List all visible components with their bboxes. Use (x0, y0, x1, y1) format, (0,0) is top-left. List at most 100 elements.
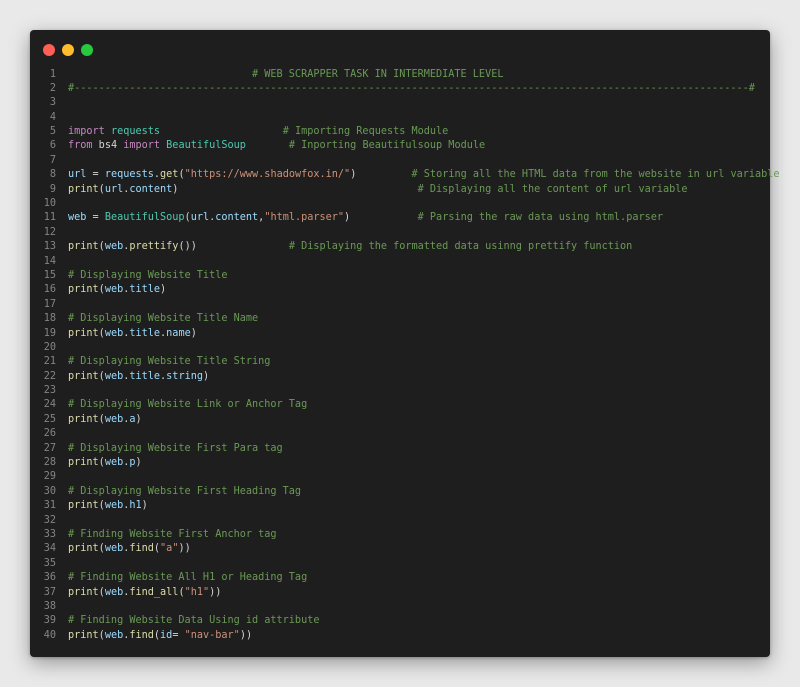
code-line: 18 # Displaying Website Title Name (30, 312, 770, 326)
code-token: name (166, 327, 191, 339)
code-token: "h1" (184, 586, 210, 598)
code-line: 37 print(web.find_all("h1")) (30, 586, 770, 600)
code-token: import (123, 140, 161, 152)
code-token: print (68, 543, 99, 555)
code-token: requests (104, 169, 154, 181)
line-number: 9 (49, 183, 56, 195)
code-token: get (160, 169, 179, 181)
code-token: # Storing all the HTML data from the web… (411, 169, 780, 181)
code-token: # Displaying Website Link or Anchor Tag (68, 399, 308, 411)
line-number: 21 (43, 356, 56, 368)
line-number: 30 (43, 485, 56, 497)
code-token: print (68, 457, 99, 469)
code-token: # Parsing the raw data using html.parser (417, 212, 663, 224)
line-number: 38 (43, 600, 56, 612)
line-number: 8 (49, 169, 56, 181)
code-token: web (104, 457, 124, 469)
code-token: # Displaying the formatted data usinng p… (288, 241, 633, 253)
code-token: )) (239, 629, 253, 641)
code-token: BeautifulSoup (166, 140, 246, 152)
code-token: content (129, 183, 173, 195)
line-number: 40 (43, 629, 56, 641)
code-token: web (104, 543, 124, 555)
code-token: h1 (129, 500, 142, 512)
code-token: requests (110, 126, 161, 138)
line-number: 31 (43, 500, 56, 512)
code-token: print (68, 629, 99, 641)
code-token: prettify (129, 241, 179, 253)
line-source: # Displaying Website Title String (68, 355, 270, 369)
line-number: 1 (49, 68, 56, 80)
code-window: 1 # WEB SCRAPPER TASK IN INTERMEDIATE LE… (30, 30, 780, 657)
code-token: web (104, 413, 124, 425)
line-number: 6 (49, 140, 56, 152)
code-token: print (68, 500, 99, 512)
line-source: #---------------------------------------… (68, 82, 755, 96)
code-line: 1 # WEB SCRAPPER TASK IN INTERMEDIATE LE… (30, 68, 770, 82)
code-line: 35 (30, 557, 770, 571)
code-line: 24 # Displaying Website Link or Anchor Ta… (30, 398, 770, 412)
line-number: 28 (43, 457, 56, 469)
code-line: 15 # Displaying Website Title (30, 269, 770, 283)
line-source: print(web.find(id= "nav-bar")) (68, 629, 252, 643)
line-number: 14 (43, 255, 56, 267)
code-token: web (68, 212, 87, 224)
line-source: # Finding Website Data Using id attribut… (68, 614, 319, 628)
code-line: 2 #--------------------------------------… (30, 82, 770, 96)
close-window-icon[interactable] (43, 44, 55, 56)
line-source: url = requests.get("https://www.shadowfo… (68, 168, 780, 182)
line-number: 17 (43, 298, 56, 310)
code-token: # Displaying Website Title (68, 269, 228, 281)
code-line: 32 (30, 514, 770, 528)
line-source: print(url.content) # Displaying all the … (68, 183, 688, 197)
line-number: 26 (43, 428, 56, 440)
code-line: 30 # Displaying Website First Heading Tag (30, 485, 770, 499)
code-line: 25 print(web.a) (30, 413, 770, 427)
code-token: import (68, 126, 105, 138)
line-source: print(web.p) (68, 456, 142, 470)
line-number: 39 (43, 615, 56, 627)
code-line: 21 # Displaying Website Title String (30, 355, 770, 369)
code-token: print (68, 241, 99, 253)
code-token: BeautifulSoup (104, 212, 185, 224)
line-number: 25 (43, 413, 56, 425)
line-number: 29 (43, 471, 56, 483)
code-token: url (68, 169, 87, 181)
code-token: id (160, 629, 173, 641)
code-token: find_all (129, 586, 179, 598)
code-line: 20 (30, 341, 770, 355)
code-line: 19 print(web.title.name) (30, 327, 770, 341)
code-token: # Displaying Website First Heading Tag (68, 485, 302, 497)
code-line: 31 print(web.h1) (30, 499, 770, 513)
code-token: = (86, 169, 105, 181)
line-number: 13 (43, 241, 56, 253)
code-token: web (104, 327, 124, 339)
code-token: title (129, 327, 161, 339)
line-number: 34 (43, 543, 56, 555)
line-source: print(web.a) (68, 413, 142, 427)
code-line: 9 print(url.content) # Displaying all the… (30, 183, 770, 197)
code-line: 36 # Finding Website All H1 or Heading Ta… (30, 571, 770, 585)
line-number: 16 (43, 284, 56, 296)
code-token: from (68, 140, 93, 152)
code-line: 39 # Finding Website Data Using id attrib… (30, 614, 770, 628)
line-number: 18 (43, 313, 56, 325)
minimize-window-icon[interactable] (62, 44, 74, 56)
maximize-window-icon[interactable] (81, 44, 93, 56)
code-editor[interactable]: 1 # WEB SCRAPPER TASK IN INTERMEDIATE LE… (30, 68, 780, 644)
code-line: 3 (30, 96, 770, 110)
code-line: 12 (30, 226, 770, 240)
code-token: web (104, 500, 124, 512)
code-line: 29 (30, 470, 770, 484)
line-source: # Displaying Website First Heading Tag (68, 485, 301, 499)
line-number: 19 (43, 327, 56, 339)
code-line: 13 print(web.prettify()) # Displaying the… (30, 240, 770, 254)
line-source: # Displaying Website Title (68, 269, 227, 283)
code-token: print (68, 284, 99, 296)
code-token: web (104, 284, 124, 296)
code-line: 6 from bs4 import BeautifulSoup # Inporti… (30, 139, 770, 153)
line-number: 37 (43, 586, 56, 598)
line-number: 27 (43, 442, 56, 454)
line-source: # Finding Website All H1 or Heading Tag (68, 571, 307, 585)
